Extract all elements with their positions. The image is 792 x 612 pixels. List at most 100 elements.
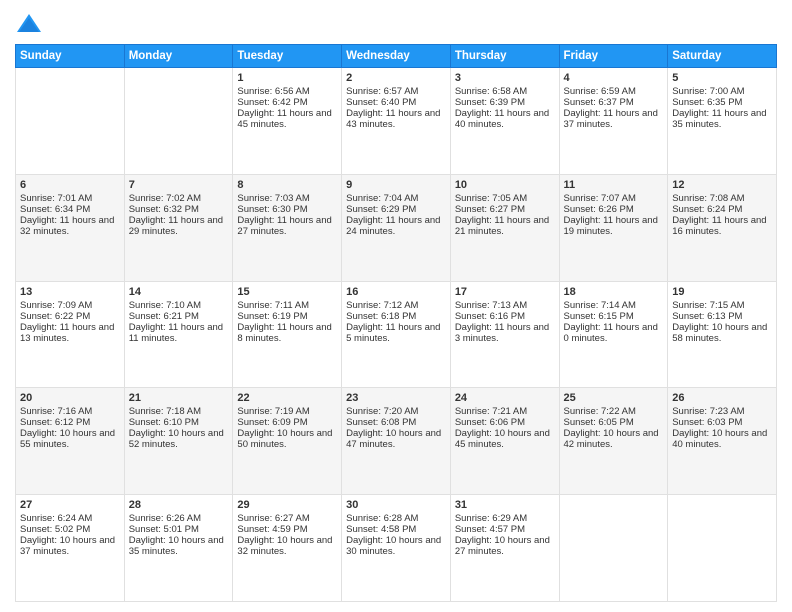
calendar-week-row: 1Sunrise: 6:56 AMSunset: 6:42 PMDaylight…	[16, 68, 777, 175]
daylight-text: Daylight: 11 hours and 27 minutes.	[237, 215, 337, 237]
calendar-cell: 27Sunrise: 6:24 AMSunset: 5:02 PMDayligh…	[16, 495, 125, 602]
sunrise-text: Sunrise: 7:09 AM	[20, 300, 120, 311]
day-number: 12	[672, 179, 772, 191]
daylight-text: Daylight: 10 hours and 50 minutes.	[237, 428, 337, 450]
calendar-table: SundayMondayTuesdayWednesdayThursdayFrid…	[15, 44, 777, 602]
calendar-cell: 7 Sunrise: 7:02 AMSunset: 6:32 PMDaylight…	[124, 174, 233, 281]
sunset-text: Sunset: 6:34 PM	[20, 204, 120, 215]
daylight-text: Daylight: 10 hours and 35 minutes.	[129, 535, 229, 557]
sunset-text: Sunset: 6:30 PM	[237, 204, 337, 215]
daylight-text: Daylight: 11 hours and 32 minutes.	[20, 215, 120, 237]
sunset-text: Sunset: 5:02 PM	[20, 524, 120, 535]
daylight-text: Daylight: 10 hours and 45 minutes.	[455, 428, 555, 450]
sunrise-text: Sunrise: 6:28 AM	[346, 513, 446, 524]
weekday-header: Monday	[124, 45, 233, 68]
daylight-text: Daylight: 11 hours and 8 minutes.	[237, 322, 337, 344]
calendar-week-row: 20Sunrise: 7:16 AMSunset: 6:12 PMDayligh…	[16, 388, 777, 495]
sunset-text: Sunset: 6:18 PM	[346, 311, 446, 322]
sunrise-text: Sunrise: 7:04 AM	[346, 193, 446, 204]
sunrise-text: Sunrise: 7:21 AM	[455, 406, 555, 417]
sunset-text: Sunset: 6:05 PM	[564, 417, 664, 428]
daylight-text: Daylight: 11 hours and 29 minutes.	[129, 215, 229, 237]
sunset-text: Sunset: 6:15 PM	[564, 311, 664, 322]
calendar-cell: 6Sunrise: 7:01 AMSunset: 6:34 PMDaylight…	[16, 174, 125, 281]
sunrise-text: Sunrise: 7:15 AM	[672, 300, 772, 311]
sunrise-text: Sunrise: 6:24 AM	[20, 513, 120, 524]
daylight-text: Daylight: 10 hours and 32 minutes.	[237, 535, 337, 557]
sunrise-text: Sunrise: 7:20 AM	[346, 406, 446, 417]
calendar-cell: 21Sunrise: 7:18 AMSunset: 6:10 PMDayligh…	[124, 388, 233, 495]
day-number: 16	[346, 286, 446, 298]
daylight-text: Daylight: 11 hours and 16 minutes.	[672, 215, 772, 237]
daylight-text: Daylight: 11 hours and 13 minutes.	[20, 322, 120, 344]
day-number: 9	[346, 179, 446, 191]
daylight-text: Daylight: 11 hours and 43 minutes.	[346, 108, 446, 130]
day-number: 5	[672, 72, 772, 84]
sunset-text: Sunset: 4:59 PM	[237, 524, 337, 535]
calendar-cell: 26Sunrise: 7:23 AMSunset: 6:03 PMDayligh…	[668, 388, 777, 495]
day-number: 19	[672, 286, 772, 298]
calendar-cell: 15Sunrise: 7:11 AMSunset: 6:19 PMDayligh…	[233, 281, 342, 388]
daylight-text: Daylight: 10 hours and 58 minutes.	[672, 322, 772, 344]
daylight-text: Daylight: 11 hours and 35 minutes.	[672, 108, 772, 130]
sunrise-text: Sunrise: 7:10 AM	[129, 300, 229, 311]
sunset-text: Sunset: 5:01 PM	[129, 524, 229, 535]
sunset-text: Sunset: 4:57 PM	[455, 524, 555, 535]
day-number: 30	[346, 499, 446, 511]
sunrise-text: Sunrise: 6:26 AM	[129, 513, 229, 524]
sunset-text: Sunset: 6:09 PM	[237, 417, 337, 428]
day-number: 3	[455, 72, 555, 84]
daylight-text: Daylight: 10 hours and 37 minutes.	[20, 535, 120, 557]
daylight-text: Daylight: 11 hours and 21 minutes.	[455, 215, 555, 237]
sunrise-text: Sunrise: 7:02 AM	[129, 193, 229, 204]
calendar-cell: 1Sunrise: 6:56 AMSunset: 6:42 PMDaylight…	[233, 68, 342, 175]
day-number: 21	[129, 392, 229, 404]
calendar-cell: 17Sunrise: 7:13 AMSunset: 6:16 PMDayligh…	[450, 281, 559, 388]
day-number: 20	[20, 392, 120, 404]
calendar-cell: 3Sunrise: 6:58 AMSunset: 6:39 PMDaylight…	[450, 68, 559, 175]
sunrise-text: Sunrise: 7:03 AM	[237, 193, 337, 204]
daylight-text: Daylight: 10 hours and 40 minutes.	[672, 428, 772, 450]
calendar-week-row: 6Sunrise: 7:01 AMSunset: 6:34 PMDaylight…	[16, 174, 777, 281]
day-number: 14	[129, 286, 229, 298]
sunrise-text: Sunrise: 6:29 AM	[455, 513, 555, 524]
calendar-cell	[559, 495, 668, 602]
daylight-text: Daylight: 10 hours and 55 minutes.	[20, 428, 120, 450]
sunrise-text: Sunrise: 7:11 AM	[237, 300, 337, 311]
sunset-text: Sunset: 6:42 PM	[237, 97, 337, 108]
weekday-header: Saturday	[668, 45, 777, 68]
day-number: 7	[129, 179, 229, 191]
daylight-text: Daylight: 11 hours and 3 minutes.	[455, 322, 555, 344]
sunset-text: Sunset: 6:19 PM	[237, 311, 337, 322]
sunset-text: Sunset: 6:24 PM	[672, 204, 772, 215]
sunrise-text: Sunrise: 7:12 AM	[346, 300, 446, 311]
day-number: 2	[346, 72, 446, 84]
calendar-cell: 20Sunrise: 7:16 AMSunset: 6:12 PMDayligh…	[16, 388, 125, 495]
sunset-text: Sunset: 6:29 PM	[346, 204, 446, 215]
sunset-text: Sunset: 6:08 PM	[346, 417, 446, 428]
sunrise-text: Sunrise: 7:14 AM	[564, 300, 664, 311]
calendar-cell: 22Sunrise: 7:19 AMSunset: 6:09 PMDayligh…	[233, 388, 342, 495]
weekday-header: Sunday	[16, 45, 125, 68]
sunrise-text: Sunrise: 6:59 AM	[564, 86, 664, 97]
daylight-text: Daylight: 11 hours and 24 minutes.	[346, 215, 446, 237]
daylight-text: Daylight: 11 hours and 0 minutes.	[564, 322, 664, 344]
daylight-text: Daylight: 10 hours and 42 minutes.	[564, 428, 664, 450]
calendar-week-row: 13Sunrise: 7:09 AMSunset: 6:22 PMDayligh…	[16, 281, 777, 388]
daylight-text: Daylight: 11 hours and 45 minutes.	[237, 108, 337, 130]
day-number: 13	[20, 286, 120, 298]
weekday-header-row: SundayMondayTuesdayWednesdayThursdayFrid…	[16, 45, 777, 68]
sunrise-text: Sunrise: 6:58 AM	[455, 86, 555, 97]
logo	[15, 10, 47, 38]
calendar-cell	[16, 68, 125, 175]
calendar-cell: 11Sunrise: 7:07 AMSunset: 6:26 PMDayligh…	[559, 174, 668, 281]
calendar-cell: 2Sunrise: 6:57 AMSunset: 6:40 PMDaylight…	[342, 68, 451, 175]
sunrise-text: Sunrise: 7:08 AM	[672, 193, 772, 204]
daylight-text: Daylight: 10 hours and 52 minutes.	[129, 428, 229, 450]
sunset-text: Sunset: 6:32 PM	[129, 204, 229, 215]
calendar-cell: 29Sunrise: 6:27 AMSunset: 4:59 PMDayligh…	[233, 495, 342, 602]
calendar-cell: 8Sunrise: 7:03 AMSunset: 6:30 PMDaylight…	[233, 174, 342, 281]
sunrise-text: Sunrise: 7:07 AM	[564, 193, 664, 204]
daylight-text: Daylight: 11 hours and 40 minutes.	[455, 108, 555, 130]
daylight-text: Daylight: 10 hours and 27 minutes.	[455, 535, 555, 557]
